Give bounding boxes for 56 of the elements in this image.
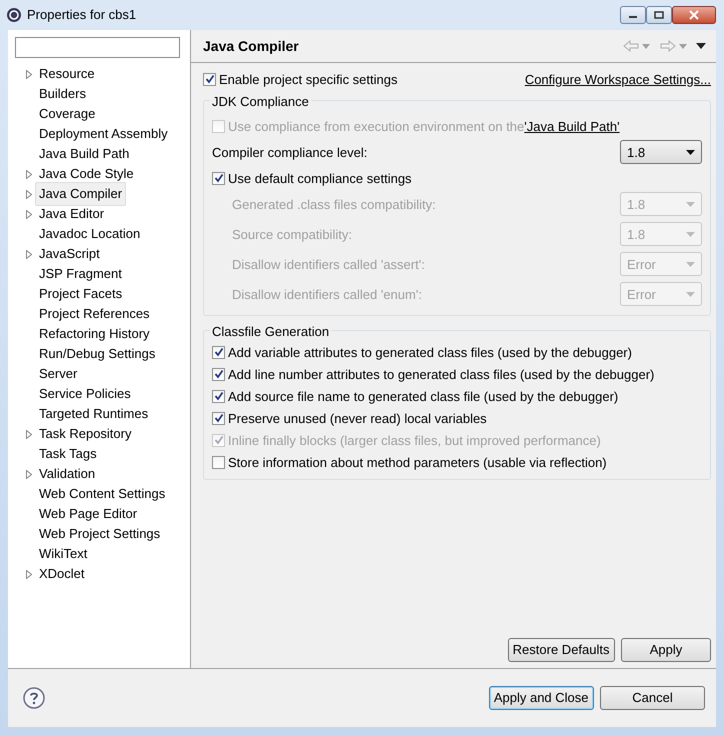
expand-arrow-icon[interactable] (26, 430, 32, 438)
expand-arrow-icon[interactable] (26, 210, 32, 218)
expand-arrow-icon[interactable] (26, 190, 32, 198)
dropdown-arrow-icon (686, 262, 695, 267)
dropdown-arrow-icon (686, 202, 695, 207)
checkbox-label: Use compliance from execution environment on the (228, 118, 524, 136)
checkbox[interactable] (212, 412, 225, 425)
tree-item[interactable]: Java Compiler (35, 182, 126, 206)
dialog-button[interactable]: Apply and Close (488, 686, 594, 710)
forward-icon[interactable] (660, 40, 676, 52)
dialog-button[interactable]: Apply (621, 638, 711, 662)
checkbox-label: Preserve unused (never read) local variables (228, 410, 487, 428)
field-label: Disallow identifiers called 'assert': (232, 256, 425, 274)
view-menu-icon[interactable] (696, 43, 706, 49)
caret-icon[interactable] (678, 44, 687, 48)
page-title: Java Compiler (203, 36, 300, 56)
checkbox[interactable] (212, 390, 225, 403)
checkbox-label: Use default compliance settings (228, 170, 412, 188)
filter-field[interactable] (15, 37, 180, 58)
checkbox[interactable] (203, 72, 216, 86)
field-label: Source compatibility: (232, 226, 352, 244)
dropdown-arrow-icon (686, 150, 695, 155)
configure-workspace-link[interactable]: Configure Workspace Settings... (524, 70, 711, 89)
checkbox[interactable] (212, 456, 225, 469)
expand-arrow-icon[interactable] (26, 70, 32, 78)
checkbox[interactable] (212, 172, 225, 185)
checkbox-label: Add line number attributes to generated class files (used by the debugger) (228, 366, 654, 384)
checkbox-label: Add source file name to generated class file (used by the debugger) (228, 388, 618, 406)
checkbox-label: Add variable attributes to generated class files (used by the debugger) (228, 344, 632, 362)
close-button[interactable] (672, 6, 716, 24)
checkbox-label: Enable project specific settings (219, 70, 398, 89)
maximize-button[interactable] (646, 6, 672, 24)
dropdown-arrow-icon (686, 232, 695, 237)
dropdown-arrow-icon (686, 292, 695, 297)
app-icon (6, 7, 22, 23)
expand-arrow-icon[interactable] (26, 250, 32, 258)
checkbox-label: Store information about method parameters (usable via reflection) (228, 454, 607, 472)
back-icon[interactable] (623, 40, 639, 52)
close-icon (688, 10, 700, 20)
caret-icon[interactable] (642, 44, 650, 48)
checkbox[interactable] (212, 346, 225, 359)
dialog-button[interactable]: Cancel (600, 686, 705, 710)
expand-arrow-icon[interactable] (26, 170, 32, 178)
checkbox[interactable] (212, 368, 225, 381)
minimize-button[interactable] (620, 6, 646, 24)
expand-arrow-icon[interactable] (26, 570, 32, 578)
dropdown[interactable]: 1.8 (620, 140, 702, 164)
help-icon[interactable] (23, 687, 45, 709)
maximize-icon (654, 11, 664, 19)
field-label: Generated .class files compatibility: (232, 196, 436, 214)
dialog-button[interactable]: Restore Defaults (508, 638, 614, 662)
expand-arrow-icon[interactable] (26, 470, 32, 478)
window-title: Properties for cbs1 (27, 6, 138, 24)
field-label: Compiler compliance level: (212, 144, 368, 162)
checkbox-label: Inline finally blocks (larger class files, but improved performance) (228, 432, 601, 450)
field-label: Disallow identifiers called 'enum': (232, 286, 422, 304)
